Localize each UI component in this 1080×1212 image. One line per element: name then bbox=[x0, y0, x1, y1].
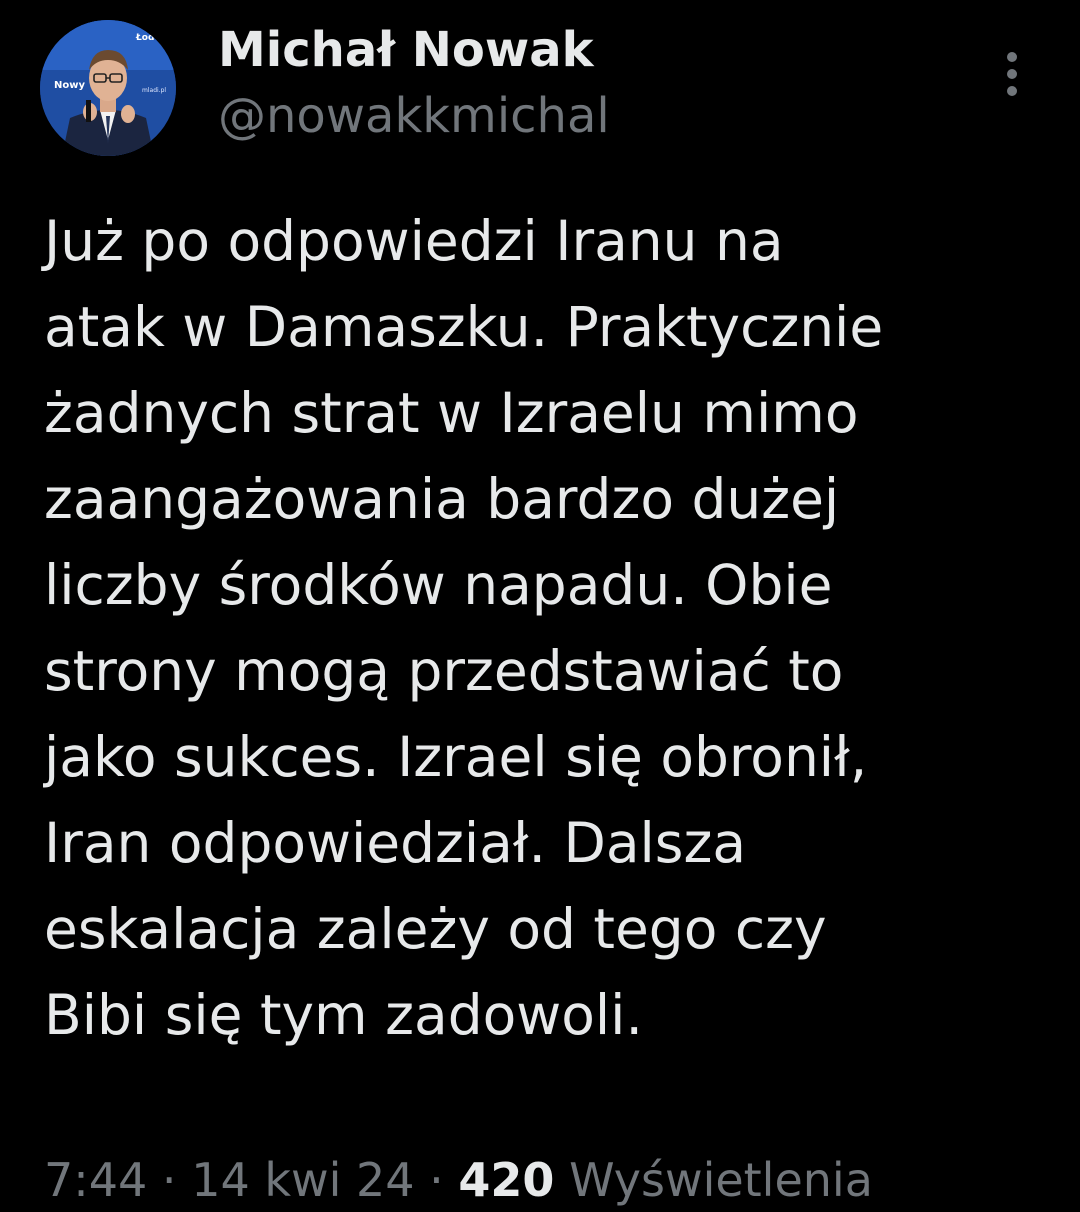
tweet-meta: 7:44 · 14 kwi 24 · 420 Wyświetlenia bbox=[44, 1148, 873, 1212]
avatar-corner-text: Łod bbox=[135, 33, 154, 43]
avatar-logo-text: Nowy bbox=[54, 80, 85, 91]
views-label: Wyświetlenia bbox=[569, 1153, 873, 1207]
meta-separator: · bbox=[414, 1153, 459, 1207]
tweet-text: Już po odpowiedzi Iranu na atak w Damasz… bbox=[44, 209, 884, 1047]
more-dot bbox=[1007, 86, 1017, 96]
author-name[interactable]: Michał Nowak bbox=[218, 20, 594, 80]
more-dot bbox=[1007, 69, 1017, 79]
tweet-date[interactable]: 14 kwi 24 bbox=[191, 1153, 414, 1207]
views-count: 420 bbox=[458, 1153, 555, 1207]
tweet-time[interactable]: 7:44 bbox=[44, 1153, 147, 1207]
avatar-caption-text: mladi.pl bbox=[142, 87, 166, 94]
more-dot bbox=[1007, 52, 1017, 62]
tweet: Nowy Łod mladi.pl Michał Nowak @nowakkmi… bbox=[0, 0, 1080, 1207]
avatar[interactable]: Nowy Łod mladi.pl bbox=[40, 20, 176, 156]
more-button[interactable] bbox=[990, 48, 1034, 100]
avatar-image: Nowy Łod mladi.pl bbox=[40, 20, 176, 156]
meta-separator: · bbox=[147, 1153, 192, 1207]
author-handle[interactable]: @nowakkmichal bbox=[218, 86, 610, 146]
